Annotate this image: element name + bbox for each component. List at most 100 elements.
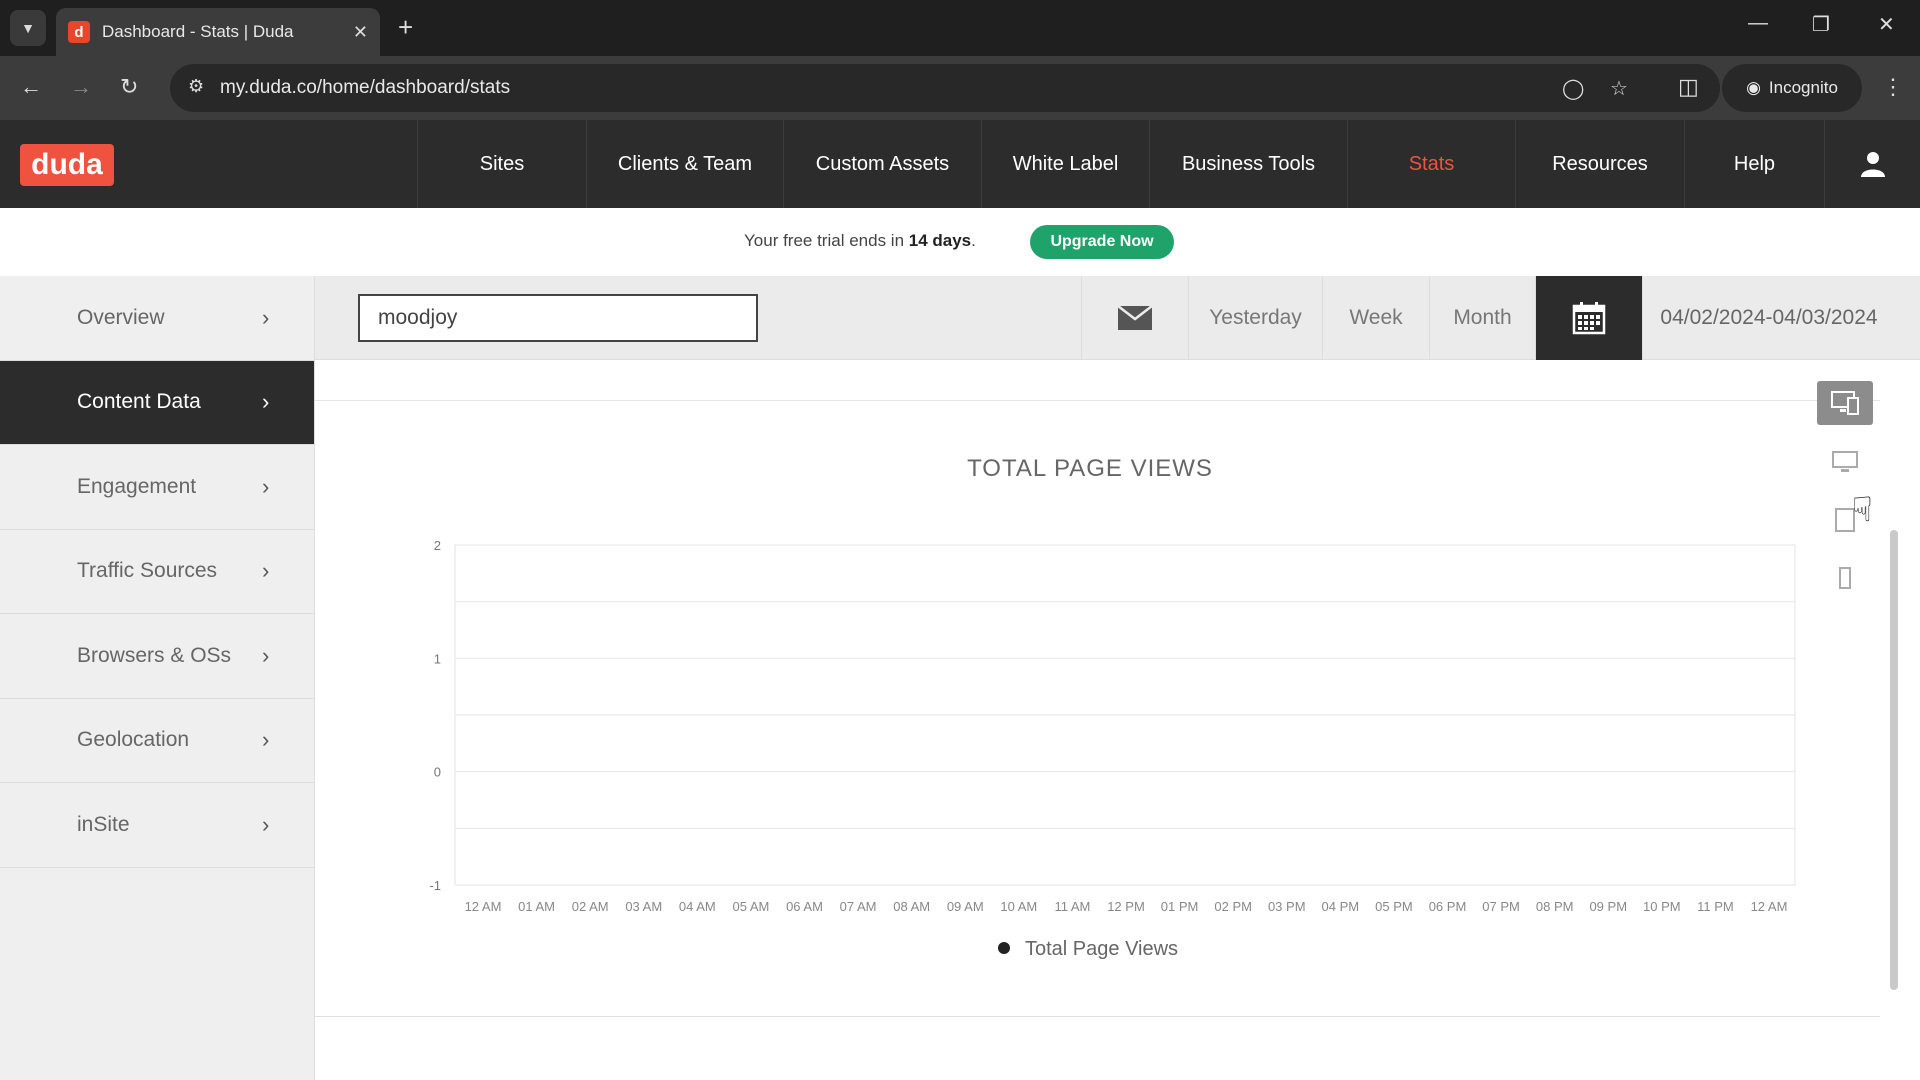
sidebar-item-label: Content Data (77, 390, 201, 414)
x-tick-label: 10 PM (1643, 899, 1681, 914)
sidebar-item-browsers-oss[interactable]: Browsers & OSs › (0, 614, 314, 699)
nav-custom-assets[interactable]: Custom Assets (783, 120, 981, 208)
page-scrollbar[interactable] (1890, 530, 1898, 990)
x-tick-label: 01 AM (518, 899, 555, 914)
tab-search-button[interactable]: ▼ (10, 10, 46, 46)
user-account-icon[interactable] (1824, 120, 1920, 208)
y-tick-label: -1 (429, 878, 441, 893)
x-tick-label: 04 AM (679, 899, 716, 914)
close-window-icon[interactable]: ✕ (1878, 12, 1895, 37)
upgrade-now-button[interactable]: Upgrade Now (1030, 225, 1174, 259)
incognito-icon: ◉ (1746, 78, 1761, 97)
y-tick-label: 1 (434, 651, 441, 666)
sidebar-item-label: inSite (77, 812, 130, 836)
device-all-button[interactable] (1817, 381, 1873, 425)
browser-menu-icon[interactable]: ⋮ (1882, 74, 1904, 100)
nav-resources[interactable]: Resources (1515, 120, 1684, 208)
x-tick-label: 11 AM (1054, 899, 1090, 914)
browser-toolbar: ← → ↻ ⚙ my.duda.co/home/dashboard/stats … (0, 56, 1920, 120)
user-icon (1860, 152, 1885, 177)
nav-white-label[interactable]: White Label (981, 120, 1149, 208)
address-bar[interactable]: ⚙ my.duda.co/home/dashboard/stats ◯ ☆ (170, 64, 1720, 112)
x-tick-label: 03 PM (1268, 899, 1306, 914)
x-tick-label: 05 AM (732, 899, 769, 914)
sidebar-item-label: Browsers & OSs (77, 643, 232, 667)
minimize-icon[interactable]: — (1748, 12, 1768, 35)
trial-days: 14 days (908, 231, 972, 250)
x-tick-label: 06 AM (786, 899, 823, 914)
chevron-right-icon: › (262, 558, 270, 584)
legend-label: Total Page Views (1025, 938, 1178, 960)
trial-banner: Your free trial ends in 14 days. Upgrade… (0, 208, 1920, 276)
range-yesterday-button[interactable]: Yesterday (1188, 276, 1322, 360)
x-tick-label: 03 AM (625, 899, 662, 914)
tab-title: Dashboard - Stats | Duda (102, 22, 294, 41)
x-tick-label: 07 PM (1482, 899, 1520, 914)
side-panel-icon[interactable]: ◫ (1678, 74, 1699, 100)
y-tick-label: 0 (434, 765, 441, 780)
email-report-button[interactable] (1081, 276, 1188, 360)
close-tab-icon[interactable]: ✕ (353, 22, 368, 43)
sidebar-item-insite[interactable]: inSite › (0, 783, 314, 868)
nav-clients-team[interactable]: Clients & Team (586, 120, 783, 208)
device-desktop-button[interactable] (1817, 440, 1873, 484)
hand-cursor-icon: ☟ (1852, 491, 1873, 529)
sidebar-item-label: Traffic Sources (77, 559, 218, 583)
incognito-badge[interactable]: ◉ Incognito (1722, 64, 1862, 112)
site-info-icon[interactable]: ⚙ (188, 76, 204, 97)
x-tick-label: 08 AM (893, 899, 930, 914)
bookmark-star-icon[interactable]: ☆ (1610, 76, 1628, 101)
calendar-button[interactable] (1535, 276, 1642, 360)
chevron-right-icon: › (262, 473, 270, 499)
chart-panel: TOTAL PAGE VIEWS 2 1 0 -1 12 AM 01 AM 02 AM 03 A… (315, 360, 1920, 1080)
chevron-right-icon: › (262, 811, 270, 837)
browser-tab[interactable]: d Dashboard - Stats | Duda ✕ (56, 8, 380, 56)
new-tab-button[interactable]: + (398, 12, 413, 43)
nav-sites[interactable]: Sites (417, 120, 586, 208)
date-range-display[interactable]: 04/02/2024-04/03/2024 (1642, 276, 1895, 360)
device-mobile-button[interactable] (1817, 556, 1873, 600)
x-tick-label: 12 AM (465, 899, 502, 914)
incognito-label: Incognito (1768, 78, 1838, 97)
chevron-right-icon: › (262, 642, 270, 668)
sidebar-item-engagement[interactable]: Engagement › (0, 445, 314, 530)
sidebar-item-content-data[interactable]: Content Data › (0, 360, 314, 445)
sidebar-item-overview[interactable]: Overview › (0, 276, 314, 361)
nav-stats[interactable]: Stats (1347, 120, 1515, 208)
desktop-icon (1832, 451, 1858, 472)
duda-logo[interactable]: duda (20, 144, 114, 186)
range-month-button[interactable]: Month (1429, 276, 1535, 360)
chart-title: TOTAL PAGE VIEWS (967, 455, 1213, 482)
sidebar-item-geolocation[interactable]: Geolocation › (0, 699, 314, 783)
chevron-right-icon: › (262, 727, 270, 753)
app-header: duda Sites Clients & Team Custom Assets … (0, 120, 1920, 208)
restore-icon[interactable]: ❐ (1812, 12, 1830, 37)
url-text[interactable]: my.duda.co/home/dashboard/stats (220, 77, 510, 99)
x-tick-label: 01 PM (1161, 899, 1199, 914)
tracking-protection-icon[interactable]: ◯ (1562, 76, 1584, 101)
sidebar-item-label: Overview (77, 305, 165, 329)
x-tick-label: 02 PM (1214, 899, 1252, 914)
nav-help[interactable]: Help (1684, 120, 1824, 208)
x-tick-label: 08 PM (1536, 899, 1574, 914)
sidebar-item-label: Geolocation (77, 728, 190, 752)
x-tick-label: 06 PM (1429, 899, 1467, 914)
nav-business-tools[interactable]: Business Tools (1149, 120, 1347, 208)
x-tick-label: 05 PM (1375, 899, 1413, 914)
trial-message: Your free trial ends in 14 days. (744, 231, 976, 251)
chevron-right-icon: › (262, 304, 270, 330)
y-tick-label: 2 (434, 538, 441, 553)
range-week-button[interactable]: Week (1322, 276, 1429, 360)
x-tick-label: 04 PM (1322, 899, 1360, 914)
reload-icon[interactable]: ↻ (120, 74, 138, 100)
back-icon[interactable]: ← (20, 74, 42, 100)
x-tick-label: 12 PM (1107, 899, 1145, 914)
stats-controls-bar: Yesterday Week Month 04/02/2024-04/03/20… (315, 276, 1920, 360)
x-tick-label: 12 AM (1751, 899, 1788, 914)
total-page-views-chart: TOTAL PAGE VIEWS 2 1 0 -1 12 AM 01 AM 02 AM 03 A… (429, 455, 1796, 960)
site-select-input[interactable] (358, 294, 758, 342)
sidebar-item-traffic-sources[interactable]: Traffic Sources › (0, 530, 314, 614)
duda-favicon-icon: d (68, 21, 90, 43)
stats-sidebar: Overview › Content Data › Engagement › T… (0, 276, 315, 1080)
forward-icon[interactable]: → (70, 74, 92, 100)
